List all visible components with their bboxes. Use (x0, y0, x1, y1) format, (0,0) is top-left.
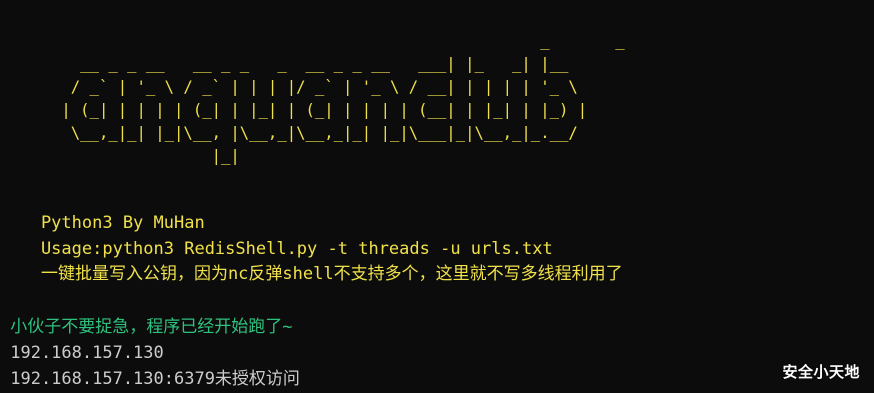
note-line: 一键批量写入公钥，因为nc反弹shell不支持多个，这里就不写多线程利用了 (0, 264, 623, 284)
status-line: 小伙子不要捉急，程序已经开始跑了~ (0, 317, 293, 337)
output-line-result: 192.168.157.130:6379未授权访问 (0, 369, 300, 389)
ascii-art-banner: _ _ __ _ _ __ __ _ _ _ __ _ _ __ ___| |_… (61, 32, 625, 165)
output-line-host: 192.168.157.130 (0, 343, 164, 363)
watermark-logo: 安全小天地 (782, 363, 860, 381)
usage-line: Usage:python3 RedisShell.py -t threads -… (0, 239, 553, 259)
author-line: Python3 By MuHan (0, 213, 205, 233)
terminal-window[interactable]: _ _ __ _ _ __ __ _ _ _ __ _ _ __ ___| |_… (0, 0, 874, 393)
